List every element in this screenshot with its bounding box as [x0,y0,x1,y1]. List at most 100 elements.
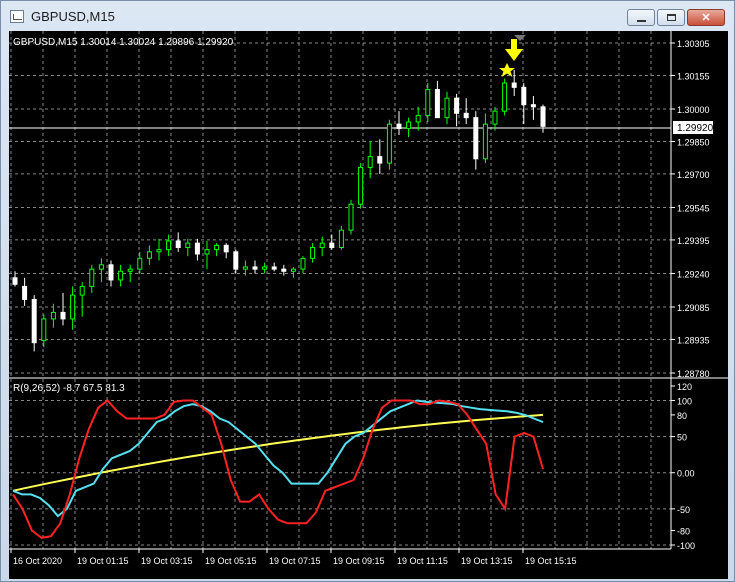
candle-body [300,257,306,270]
candle-body [50,311,56,320]
candle-body [22,285,28,300]
candle-body [367,156,373,168]
time-tick-label: 19 Oct 09:15 [333,556,385,566]
indicator-tick-label: -80 [677,527,690,537]
candle-body [252,266,258,270]
indicator-tick-label: 100 [677,396,692,406]
time-tick-label: 19 Oct 01:15 [77,556,129,566]
price-tick-label: 1.29085 [677,303,710,313]
minimize-icon [636,19,646,22]
candle-body [146,251,152,259]
candle-body [118,270,124,281]
maximize-button[interactable] [657,9,685,26]
time-tick-label: 19 Oct 13:15 [461,556,513,566]
candle-body [214,244,220,251]
candle-body [290,268,296,272]
candle-body [492,110,498,125]
candles [12,70,546,352]
chart-window-icon [10,10,24,23]
indicator-line-cyan [12,399,544,518]
price-tick-label: 1.29700 [677,170,710,180]
candle-body [281,268,287,272]
time-tick-label: 19 Oct 15:15 [525,556,577,566]
candle-body [444,97,450,119]
star-icon [499,63,515,77]
price-tick-label: 1.29240 [677,269,710,279]
candle-body [70,294,76,320]
candle-body [473,117,479,160]
candle-body [338,229,344,248]
price-tick-label: 1.30305 [677,39,710,49]
candle-body [386,123,392,164]
indicator-axis: 120 100 80 50 0.00 -50 -80 -100 [671,382,695,551]
price-axis: 1.30305 1.30155 1.30000 1.29850 1.29700 1.295… [671,39,710,379]
candle-body [502,82,508,112]
price-tick-label: 1.29395 [677,236,710,246]
time-axis: 16 Oct 2020 19 Oct 01:15 19 Oct 03:15 19 Oc… [10,549,577,566]
candle-body [175,240,181,248]
title-bar[interactable]: GBPUSD,M15 ✕ [1,1,734,31]
candle-body [79,285,85,296]
grid-lines [9,31,671,378]
chart-area[interactable]: GBPUSD,M15 1.30014 1.30024 1.29896 1.299… [9,31,728,579]
time-tick-label: 19 Oct 05:15 [205,556,257,566]
candle-body [204,249,210,255]
candle-body [310,246,316,259]
chart-window: GBPUSD,M15 ✕ GBPUSD,M15 1.30014 1.30024 … [0,0,735,582]
candle-body [98,264,104,270]
candle-body [348,203,354,231]
candle-body [127,268,133,272]
candle-body [223,244,229,253]
candle-body [540,106,546,127]
candle-body [242,266,248,270]
candle-body [108,264,114,281]
price-tick-label: 1.30000 [677,105,710,115]
window-title: GBPUSD,M15 [31,9,115,24]
time-tick-label: 19 Oct 07:15 [269,556,321,566]
minimize-button[interactable] [627,9,655,26]
candle-body [31,298,37,344]
indicator-lines [12,399,544,539]
indicator-tick-label: 50 [677,433,687,443]
candle-body [319,242,325,248]
candle-body [262,266,268,270]
candle-body [156,249,162,253]
candle-body [521,86,527,106]
price-tick-label: 1.29545 [677,203,710,213]
candle-body [185,242,191,248]
main-chart-header: GBPUSD,M15 1.30014 1.30024 1.29896 1.299… [13,37,234,48]
current-price-label: 1.29920 [677,123,714,134]
candle-body [12,277,18,285]
candle-body [233,251,239,270]
chart-canvas[interactable]: GBPUSD,M15 1.30014 1.30024 1.29896 1.299… [9,31,728,579]
candle-body [511,82,517,88]
candle-body [137,257,143,270]
maximize-icon [666,14,676,21]
candle-body [530,104,536,108]
time-tick-label: 19 Oct 11:15 [397,556,448,566]
indicator-tick-label: 0.00 [677,469,695,479]
candle-body [425,89,431,116]
candle-body [166,240,172,251]
candle-body [329,242,335,248]
candle-body [358,166,364,205]
indicator-tick-label: 120 [677,382,692,392]
indicator-line-yellow [12,413,544,492]
candle-body [463,112,469,119]
candle-body [396,123,402,129]
indicator-tick-label: -50 [677,505,690,515]
indicator-tick-label: 80 [677,411,687,421]
candle-body [482,123,488,160]
candle-body [377,156,383,164]
time-tick-label: 19 Oct 03:15 [141,556,193,566]
candle-body [406,121,412,129]
candle-body [89,268,95,287]
time-tick-label: 16 Oct 2020 [13,556,62,566]
close-button[interactable]: ✕ [687,9,725,26]
candle-body [454,97,460,114]
indicator-header: R(9,26,52) -8.7 67.5 81.3 [13,383,125,394]
candle-body [194,242,200,255]
candle-body [60,311,66,320]
price-tick-label: 1.29850 [677,137,710,147]
price-tick-label: 1.30155 [677,71,710,81]
